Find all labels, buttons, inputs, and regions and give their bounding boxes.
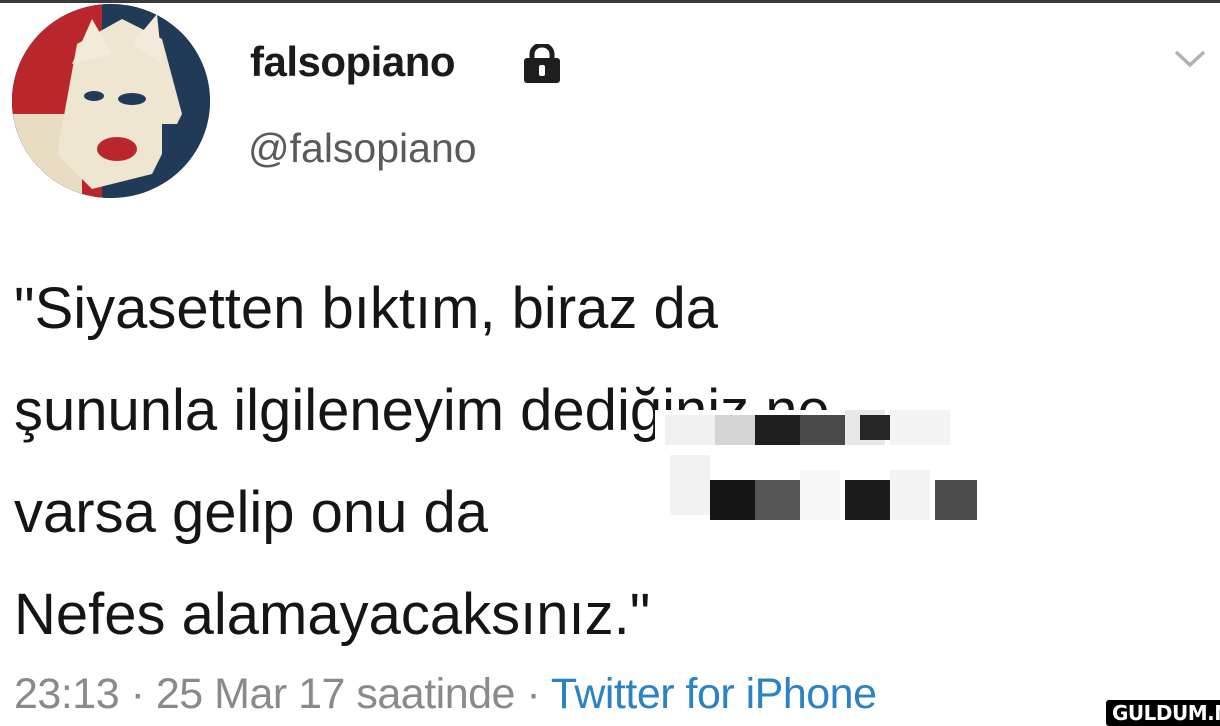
tweet-text-line: "Siyasetten bıktım, biraz da: [14, 276, 719, 341]
tweet-card: falsopiano @falsopiano "Siyasetten bıktı…: [0, 0, 1220, 726]
tweet-text-line: Nefes alamayacaksınız.": [14, 582, 651, 647]
tweet-meta: 23:13 · 25 Mar 17 saatinde · Twitter for…: [14, 670, 877, 719]
tweet-source-link[interactable]: Twitter for iPhone: [551, 670, 877, 718]
tweet-text: "Siyasetten bıktım, biraz da şununla ilg…: [14, 258, 1194, 666]
chevron-down-icon[interactable]: [1172, 48, 1208, 70]
tweet-date[interactable]: 25 Mar 17 saatinde: [156, 670, 516, 718]
user-handle[interactable]: @falsopiano: [248, 125, 477, 172]
display-name[interactable]: falsopiano: [250, 38, 456, 86]
tweet-time[interactable]: 23:13: [14, 670, 120, 718]
tweet-text-line: şununla ilgileneyim dediğiniz ne: [14, 378, 830, 443]
tweet-text-line: varsa gelip onu da: [14, 480, 488, 545]
avatar[interactable]: [12, 4, 210, 198]
avatar-image: [12, 4, 210, 198]
censor-pixelation: [655, 410, 985, 530]
separator: ·: [526, 670, 541, 718]
watermark-logo: GULDUM.NET: [1106, 700, 1220, 726]
lock-icon: [524, 44, 560, 83]
separator: ·: [130, 670, 145, 718]
